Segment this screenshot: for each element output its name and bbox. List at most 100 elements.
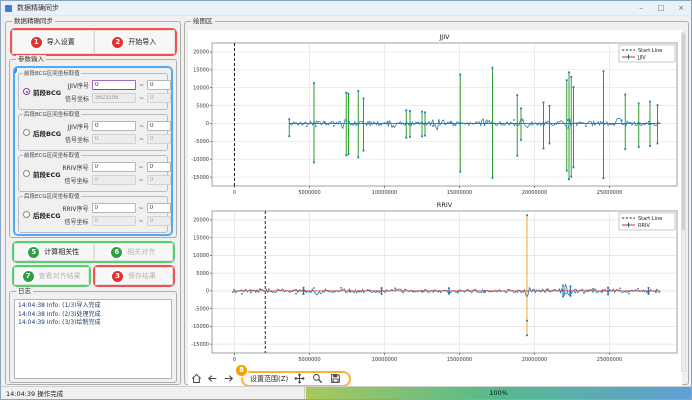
plot-panel-group: 绘图区 050000001000000015000000200000002500… [184,21,689,385]
maximize-button[interactable]: □ [651,1,671,15]
badge-8: 8 [236,365,247,376]
chart-jjiv[interactable]: 0500000010000000150000002000000025000000… [188,31,682,205]
range-separator: ~ [139,218,144,225]
correlation-align-button[interactable]: 6 相关对齐 [94,243,174,261]
param-row-label: JJIV序号 [61,122,89,131]
log-line: 14:04:38 Info: (2/3)处理完成 [18,311,168,320]
minimize-button[interactable]: – [631,1,651,15]
radio-option[interactable]: 前段BCG [19,87,61,97]
svg-text:10000: 10000 [193,85,209,91]
param-input-from[interactable] [92,93,136,103]
start-import-button[interactable]: 2 开始导入 [94,30,176,54]
svg-text:15000000: 15000000 [447,357,472,363]
pan-icon[interactable] [293,372,306,385]
param-input-to[interactable] [147,134,171,144]
param-input-from[interactable] [92,216,136,226]
svg-text:-10000: -10000 [191,324,209,330]
radio-option[interactable]: 后段ECG [19,210,61,220]
titlebar: 数据精确同步 – □ × [1,1,691,16]
svg-text:-5000: -5000 [194,139,209,145]
svg-text:JJIV: JJIV [438,33,450,41]
window-title: 数据精确同步 [17,3,59,13]
badge-5: 5 [28,247,39,258]
param-input-group: 参数输入 4 前段BCG区间坐标取值前段BCGJJIV序号~信号坐标~后段BCG… [9,59,177,238]
svg-text:25000000: 25000000 [597,357,622,363]
forward-icon[interactable] [222,372,235,385]
param-section-title: 前段ECG区间坐标取值 [23,152,81,160]
radio-option[interactable]: 前段ECG [19,169,61,179]
chart-legend: Start LineRRIV [619,213,675,230]
plot-scrollbar[interactable] [681,32,686,372]
param-row: JJIV序号 ~ [61,121,171,131]
param-row: 信号坐标~ [61,93,171,103]
param-input-to[interactable] [147,216,171,226]
log-group: 日志 14:04:38 Info: (1/3)导入完成14:04:38 Info… [9,291,177,383]
radio-button[interactable] [23,170,30,177]
param-section: 后段ECG区间坐标取值后段ECGRRIV序号~信号坐标~ [18,196,168,233]
log-group-title: 日志 [16,287,33,296]
param-input-from[interactable] [92,162,136,172]
home-icon[interactable] [190,372,203,385]
range-separator: ~ [139,123,144,130]
radio-label: 前段ECG [33,169,61,179]
param-row: RRIV序号~ [61,203,171,213]
param-input-from[interactable] [92,203,136,213]
param-row: 信号坐标~ [61,134,171,144]
import-settings-button[interactable]: 1 导入设置 [12,30,94,54]
save-result-button[interactable]: 3 保存结果 [95,267,173,285]
svg-text:0: 0 [206,289,209,295]
save-icon[interactable] [329,372,342,385]
svg-text:5000000: 5000000 [298,357,320,363]
radio-button[interactable] [23,129,30,136]
svg-text:5000000: 5000000 [298,190,320,196]
radio-button[interactable] [23,88,30,95]
param-input-from[interactable] [92,175,136,185]
param-input-to[interactable] [147,162,171,172]
svg-text:Start Line: Start Line [638,216,662,222]
range-separator: ~ [139,82,144,89]
close-button[interactable]: × [671,1,691,15]
log-area[interactable]: 14:04:38 Info: (1/3)导入完成14:04:38 Info: (… [14,299,172,379]
figure-canvas[interactable]: 0500000010000000150000002000000025000000… [188,30,682,387]
log-line: 14:04:39 Info: (3/3)绘制完成 [18,319,168,328]
param-input-to[interactable] [147,80,171,90]
log-line: 14:04:38 Info: (1/3)导入完成 [18,302,168,311]
app-icon [5,5,12,12]
param-input-to[interactable] [147,93,171,103]
radio-option[interactable]: 后段BCG [19,128,61,138]
correlation-align-label: 相关对齐 [127,247,155,257]
param-input-to[interactable] [147,121,171,131]
param-input-from[interactable] [92,80,136,90]
import-button-row: 1 导入设置 2 开始导入 [12,30,175,54]
zoom-icon[interactable] [311,372,324,385]
plot-toolbar: 8 设置范围(Z) [190,370,351,387]
set-range-button[interactable]: 设置范围(Z) [250,374,288,384]
svg-text:20000000: 20000000 [522,190,547,196]
svg-text:5000: 5000 [196,103,209,109]
calc-correlation-label: 计算相关性 [44,247,79,257]
chart-rriv[interactable]: 0500000010000000150000002000000025000000… [188,201,682,374]
param-row: 信号坐标~ [61,175,171,185]
window-controls: – □ × [631,1,691,15]
range-separator: ~ [139,136,144,143]
param-row-label: 信号坐标 [61,176,89,185]
radio-label: 前段BCG [33,87,61,97]
view-align-result-button[interactable]: 7 查看对齐结果 [14,267,89,285]
chart-legend: Start LineJJIV [619,45,675,62]
calc-correlation-button[interactable]: 5 计算相关性 [14,243,94,261]
badge-7: 7 [23,271,34,282]
svg-text:10000: 10000 [193,253,209,259]
back-icon[interactable] [206,372,219,385]
param-input-to[interactable] [147,175,171,185]
radio-button[interactable] [23,211,30,218]
param-input-from[interactable] [92,121,136,131]
param-input-to[interactable] [147,203,171,213]
svg-text:JJIV: JJIV [637,55,646,61]
plot-scrollbar-thumb[interactable] [682,34,685,230]
param-row: JJIV序号~ [61,80,171,90]
param-row-label: 信号坐标 [61,94,89,103]
param-input-from[interactable] [92,134,136,144]
svg-text:-15000: -15000 [191,342,209,348]
range-separator: ~ [139,164,144,171]
svg-text:0: 0 [206,121,209,127]
